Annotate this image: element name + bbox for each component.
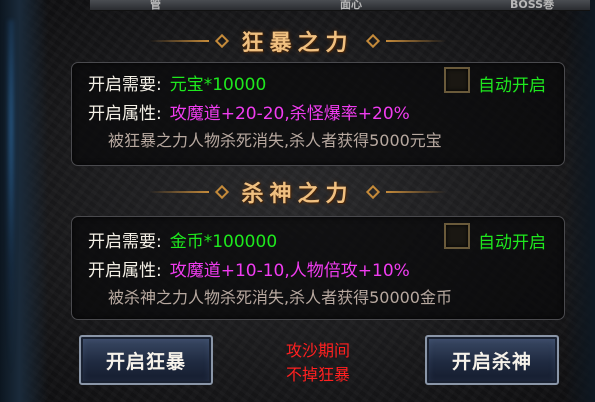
- top-banner-fragment-right: BOSS巻: [510, 0, 555, 11]
- slay-require-value: 金币*100000: [169, 231, 278, 252]
- slay-description: 被杀神之力人物杀死消失,杀人者获得50000金币: [108, 288, 452, 307]
- rage-require-label: 开启需要:: [88, 74, 162, 95]
- rage-auto-label[interactable]: 自动开启: [478, 71, 546, 96]
- slay-require-row: 开启需要: 金币*100000: [88, 228, 278, 252]
- header-line-left: [149, 191, 210, 193]
- slay-require-label: 开启需要:: [88, 231, 162, 252]
- rage-require-row: 开启需要: 元宝*10000: [88, 71, 267, 95]
- enable-slay-button[interactable]: 开启杀神: [425, 335, 559, 385]
- slay-panel: 开启需要: 金币*100000 自动开启 开启属性: 攻魔道+10-10,人物倍…: [71, 216, 565, 320]
- top-banner-fragment-mid: 面心: [340, 0, 362, 11]
- slay-attr-value: 攻魔道+10-10,人物倍攻+10%: [169, 260, 410, 281]
- slay-auto-checkbox[interactable]: [444, 223, 470, 249]
- rage-title: 狂暴之力: [241, 31, 354, 56]
- rage-description: 被狂暴之力人物杀死消失,杀人者获得5000元宝: [108, 131, 442, 150]
- diamond-ornament-icon: [365, 184, 380, 200]
- top-banner-fragment-left: 管: [150, 0, 161, 11]
- slay-attr-label: 开启属性:: [88, 260, 162, 281]
- rage-section-header: 狂暴之力: [0, 26, 595, 56]
- diamond-ornament-icon: [365, 33, 380, 49]
- header-line-left: [149, 40, 210, 42]
- rage-panel: 开启需要: 元宝*10000 自动开启 开启属性: 攻魔道+20-20,杀怪爆率…: [71, 62, 565, 166]
- slay-title: 杀神之力: [241, 182, 354, 207]
- rage-attr-label: 开启属性:: [88, 103, 162, 124]
- header-line-right: [385, 40, 446, 42]
- slay-attr-row: 开启属性: 攻魔道+10-10,人物倍攻+10%: [88, 257, 410, 281]
- top-banner-strip: 管 面心 BOSS巻: [90, 0, 590, 11]
- header-line-right: [385, 191, 446, 193]
- rage-attr-row: 开启属性: 攻魔道+20-20,杀怪爆率+20%: [88, 100, 410, 124]
- rage-require-value: 元宝*10000: [169, 74, 267, 95]
- slay-section-header: 杀神之力: [0, 177, 595, 207]
- diamond-ornament-icon: [215, 184, 230, 200]
- diamond-ornament-icon: [215, 33, 230, 49]
- rage-auto-checkbox[interactable]: [444, 67, 470, 93]
- siege-notice: 攻沙期间 不掉狂暴: [258, 337, 378, 385]
- enable-rage-button[interactable]: 开启狂暴: [79, 335, 213, 385]
- rage-attr-value: 攻魔道+20-20,杀怪爆率+20%: [169, 103, 410, 124]
- siege-notice-line1: 攻沙期间: [285, 341, 350, 360]
- siege-notice-line2: 不掉狂暴: [285, 365, 350, 384]
- slay-auto-label[interactable]: 自动开启: [478, 228, 546, 253]
